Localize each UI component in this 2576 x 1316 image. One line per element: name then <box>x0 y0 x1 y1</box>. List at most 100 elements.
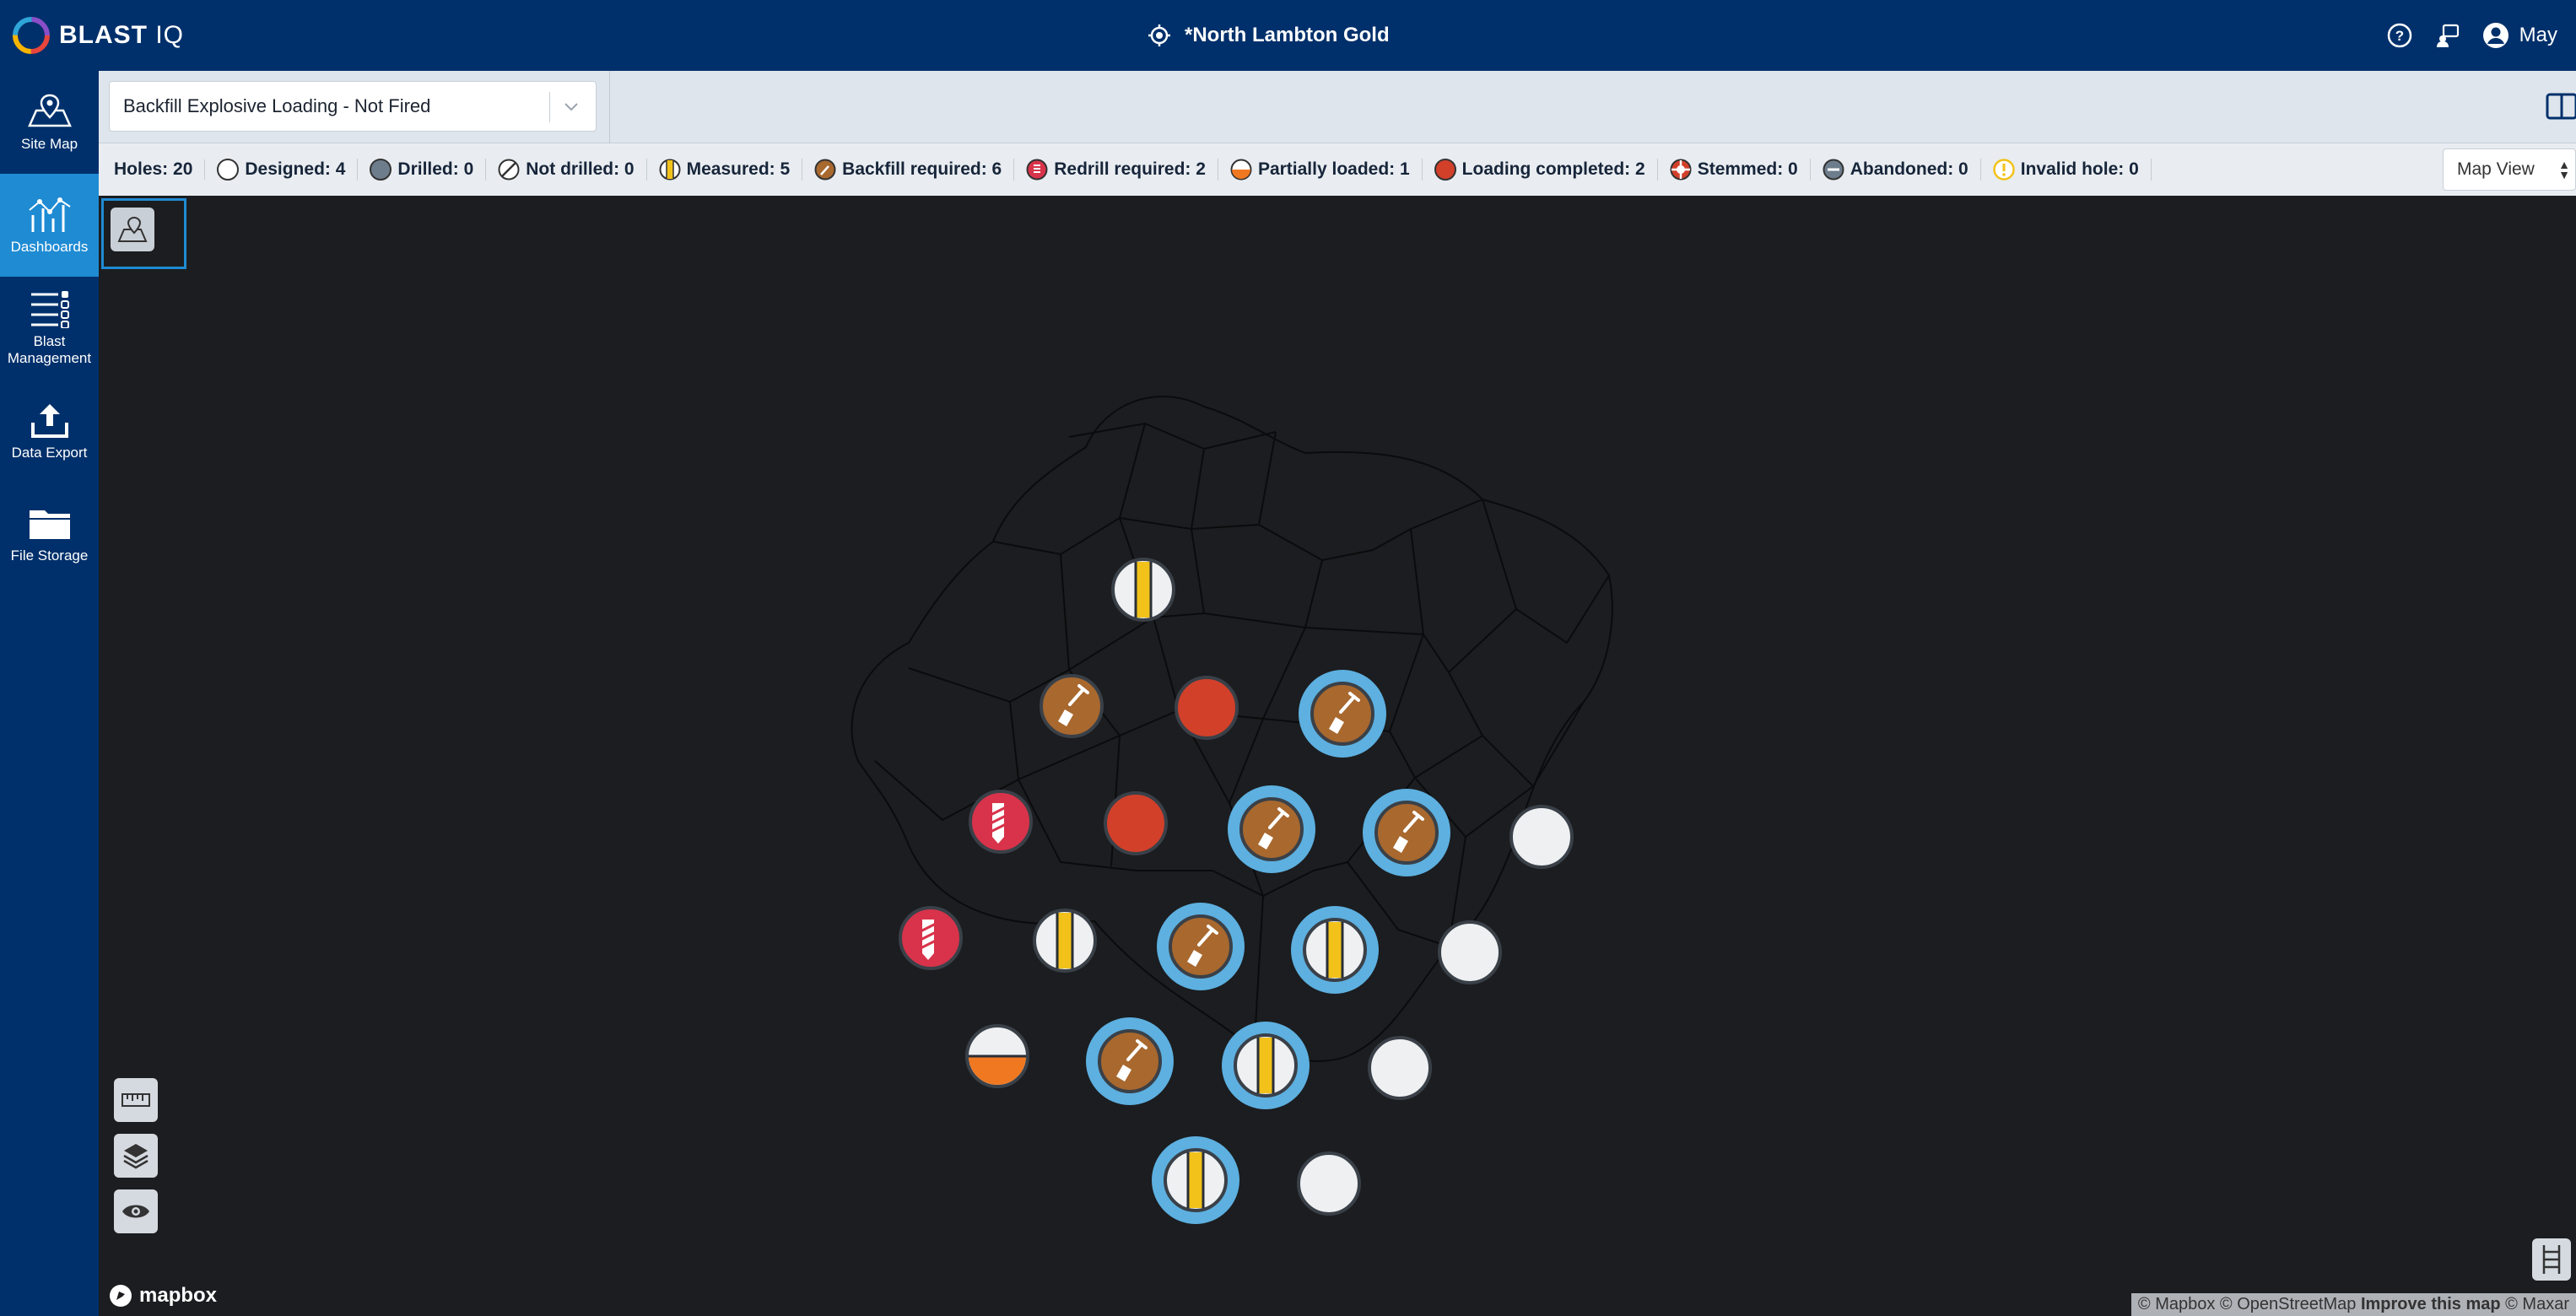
dashboard-select[interactable]: Backfill Explosive Loading - Not Fired <box>109 81 597 132</box>
blast-hole-measured[interactable] <box>1222 1022 1310 1109</box>
ladder-button[interactable] <box>2532 1238 2571 1281</box>
blast-hole-designed[interactable] <box>1297 1152 1361 1216</box>
blast-hole-backfill[interactable] <box>1157 903 1245 990</box>
loading-completed-icon <box>1175 676 1239 740</box>
improve-map-link[interactable]: Improve this map <box>2361 1295 2501 1313</box>
map-pin-icon <box>27 94 72 127</box>
designed-icon <box>217 159 240 181</box>
shovel-icon <box>1169 914 1233 979</box>
measure-button[interactable] <box>114 1078 158 1122</box>
legend-backfill: Backfill required: 6 <box>814 159 1015 181</box>
abandoned-icon <box>1823 159 1844 181</box>
legend-label: Redrill required: 2 <box>1054 159 1206 179</box>
nav-file-storage[interactable]: File Storage <box>0 483 99 585</box>
logo-text: BLAST <box>59 21 148 49</box>
legend-abandoned: Abandoned: 0 <box>1823 159 1981 181</box>
blast-hole-backfill[interactable] <box>1228 785 1315 873</box>
legend-not-drilled: Not drilled: 0 <box>498 159 647 181</box>
eye-icon <box>122 1205 149 1218</box>
chart-icon <box>28 197 71 232</box>
blast-hole-loading-completed[interactable] <box>1175 676 1239 740</box>
legend-label: Backfill required: 6 <box>842 159 1002 179</box>
legend-label: Stemmed: 0 <box>1697 159 1798 179</box>
designed-icon <box>1509 805 1574 869</box>
blast-hole-measured[interactable] <box>1111 558 1175 622</box>
loading-completed-icon <box>1104 791 1168 855</box>
site-selector[interactable]: *North Lambton Gold <box>1148 15 1390 56</box>
legend-partially-loaded: Partially loaded: 1 <box>1230 159 1423 181</box>
mapbox-icon <box>110 1285 132 1307</box>
user-avatar-icon <box>2482 23 2508 48</box>
blast-hole-backfill[interactable] <box>1086 1017 1174 1105</box>
drilled-icon <box>370 159 392 181</box>
view-select[interactable]: Map View ▲ ▼ <box>2443 148 2576 191</box>
help-icon[interactable]: ? <box>2386 22 2413 49</box>
dropdown-separator <box>549 92 550 122</box>
svg-text:?: ? <box>2395 28 2403 44</box>
nav-label: Data Export <box>11 445 88 461</box>
blast-hole-measured[interactable] <box>1152 1136 1239 1224</box>
blast-hole-measured[interactable] <box>1291 906 1379 994</box>
dashboard-select-value: Backfill Explosive Loading - Not Fired <box>123 95 431 116</box>
blast-hole-designed[interactable] <box>1509 805 1574 869</box>
redrill-icon <box>1026 159 1048 181</box>
holes-count: Holes: 20 <box>114 159 193 179</box>
legend-loading-completed: Loading completed: 2 <box>1434 159 1658 181</box>
blast-map[interactable]: mapbox © Mapbox © OpenStreetMap Improve … <box>99 196 2576 1316</box>
measured-icon <box>659 159 681 181</box>
book-icon[interactable] <box>2542 88 2576 125</box>
legend-label: Invalid hole: 0 <box>2020 159 2139 179</box>
site-title: *North Lambton Gold <box>1185 24 1390 46</box>
nav-data-export[interactable]: Data Export <box>0 380 99 483</box>
chevron-down-icon <box>564 103 578 111</box>
nav-site-map[interactable]: Site Map <box>0 71 99 174</box>
legend-invalid-hole: Invalid hole: 0 <box>1992 159 2152 181</box>
blast-hole-backfill[interactable] <box>1363 789 1450 876</box>
mapbox-logo[interactable]: mapbox <box>109 1284 217 1308</box>
legend-holes-total: Holes: 20 <box>114 159 206 180</box>
mapbox-label: mapbox <box>139 1284 218 1307</box>
ruler-icon <box>122 1093 150 1107</box>
not-drilled-icon <box>498 159 520 181</box>
blast-hole-redrill[interactable] <box>969 790 1033 854</box>
visibility-button[interactable] <box>114 1189 158 1233</box>
top-bar: BLAST IQ *North Lambton Gold ? May <box>0 0 2576 71</box>
hole-status-legend: Holes: 20 Designed: 4 Drilled: 0 Not dri… <box>99 143 2576 196</box>
blast-hole-redrill[interactable] <box>899 906 963 970</box>
layers-button[interactable] <box>114 1134 158 1178</box>
blast-hole-partially-loaded[interactable] <box>965 1024 1029 1088</box>
blast-pattern[interactable] <box>99 196 2576 1316</box>
view-select-value: Map View <box>2457 159 2535 179</box>
invalid-hole-icon <box>1992 159 2015 181</box>
toolbar-divider <box>609 71 610 143</box>
user-menu[interactable]: May <box>2482 22 2557 49</box>
nav-dashboards[interactable]: Dashboards <box>0 174 99 277</box>
feedback-icon[interactable] <box>2435 23 2460 48</box>
blast-hole-measured[interactable] <box>1033 909 1097 973</box>
legend-label: Not drilled: 0 <box>526 159 635 179</box>
legend-label: Designed: 4 <box>245 159 346 179</box>
backfill-icon <box>814 159 836 181</box>
logo-ring-icon <box>13 17 50 54</box>
legend-label: Loading completed: 2 <box>1461 159 1645 179</box>
legend-designed: Designed: 4 <box>217 159 359 181</box>
nav-label: File Storage <box>10 547 89 564</box>
blast-hole-designed[interactable] <box>1438 920 1502 984</box>
blast-hole-loading-completed[interactable] <box>1104 791 1168 855</box>
holes-layer[interactable] <box>899 558 1574 1224</box>
folder-icon <box>29 510 70 539</box>
map-pin-icon <box>117 216 148 242</box>
nav-label: Blast Management <box>7 333 92 366</box>
loading-completed-icon <box>1434 159 1456 181</box>
stemmed-icon <box>1670 159 1692 181</box>
legend-label: Partially loaded: 1 <box>1257 159 1410 179</box>
blast-hole-backfill[interactable] <box>1040 674 1104 738</box>
legend-label: Measured: 5 <box>686 159 791 179</box>
app-logo[interactable]: BLAST IQ <box>10 12 184 59</box>
site-map-button[interactable] <box>111 208 154 251</box>
legend-redrill: Redrill required: 2 <box>1026 159 1218 181</box>
blast-hole-designed[interactable] <box>1368 1036 1432 1100</box>
blast-hole-backfill[interactable] <box>1299 670 1386 758</box>
nav-blast-management[interactable]: Blast Management <box>0 277 99 380</box>
location-target-icon <box>1148 24 1170 46</box>
